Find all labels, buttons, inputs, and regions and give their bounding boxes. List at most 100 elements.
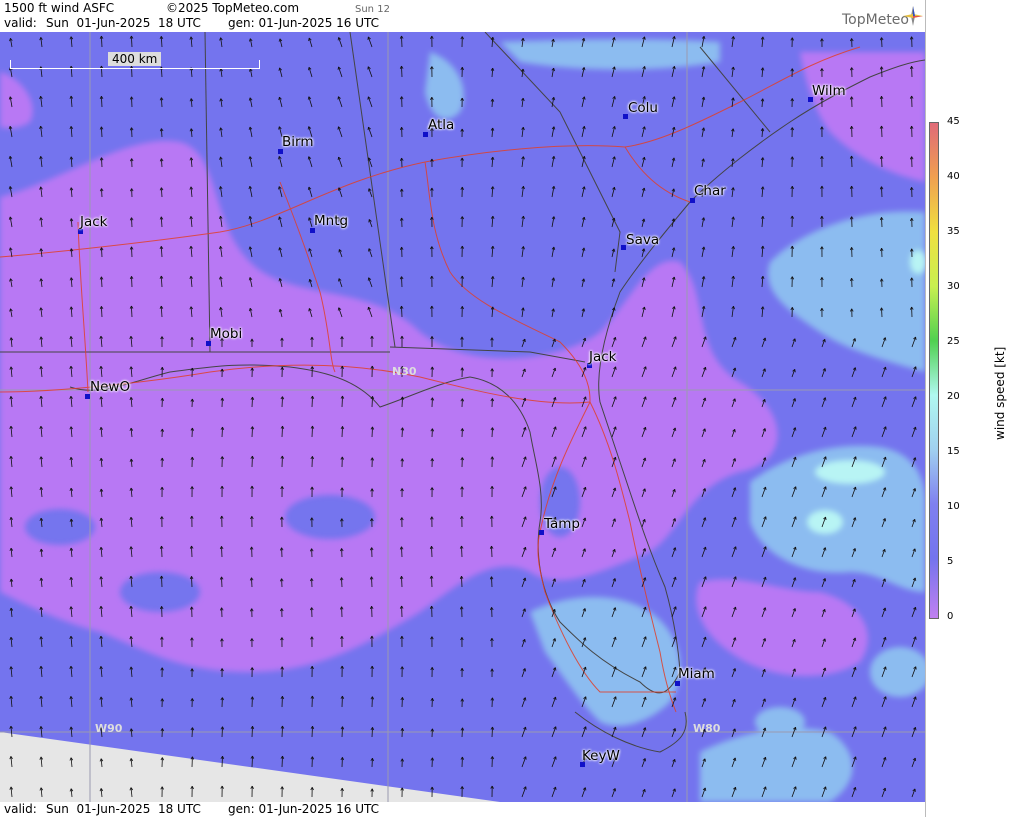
wind-arrow: [881, 217, 883, 228]
wind-arrow: [431, 575, 433, 588]
cb-tick: 30: [947, 281, 960, 292]
cb-tick: 20: [947, 391, 960, 402]
wind-arrow: [131, 96, 133, 108]
wind-arrow: [371, 396, 373, 408]
city-label: Mntg: [314, 213, 349, 229]
wind-arrow: [191, 727, 193, 738]
wind-arrow: [131, 276, 133, 288]
wind-arrow: [461, 545, 463, 558]
wind-arrow: [401, 306, 403, 318]
wind-field-svg: [0, 32, 925, 802]
wind-arrow: [251, 397, 253, 408]
cb-tick: 35: [947, 226, 960, 237]
wind-arrow-head: [338, 278, 340, 282]
wind-arrow: [341, 577, 343, 588]
wind-arrow: [401, 35, 403, 48]
cb-tick: 40: [947, 171, 960, 182]
city-label: NewO: [90, 379, 131, 395]
wind-arrow-head: [337, 307, 340, 311]
header-bar: 1500 ft wind ASFC ©2025 TopMeteo.com Sun…: [0, 0, 925, 33]
cb-tick: 0: [947, 611, 954, 622]
wind-arrow: [281, 725, 283, 738]
wind-arrow-head: [367, 96, 369, 100]
lat-label-n30: N30: [392, 365, 417, 378]
wind-arrow: [881, 66, 883, 78]
wind-arrow: [191, 576, 193, 588]
city-label: Char: [694, 183, 726, 199]
wind-arrow-head: [337, 187, 340, 191]
valid-label: valid:: [4, 16, 37, 30]
scale-label: 400 km: [108, 52, 162, 66]
wind-arrow: [491, 576, 493, 588]
lon-label-w90: W90: [95, 722, 123, 735]
wind-arrow: [281, 396, 283, 408]
wind-arrow-head: [337, 126, 339, 130]
wind-arrow: [401, 576, 403, 588]
wind-arrow: [161, 546, 163, 558]
wind-arrow: [881, 96, 883, 108]
city-label: Mobi: [210, 326, 243, 342]
wind-arrow: [491, 546, 493, 558]
wind-arrow: [341, 395, 343, 408]
wind-arrow: [401, 396, 403, 408]
wind-arrow: [161, 575, 163, 588]
wind-arrow: [431, 546, 433, 558]
colorbar-title: wind speed [kt]: [993, 346, 1007, 440]
cb-tick: 45: [947, 116, 960, 127]
wind-arrow-head: [307, 156, 310, 160]
wind-arrow: [311, 425, 313, 438]
topmeteo-logo[interactable]: TopMeteo: [825, 0, 925, 32]
wind-arrow: [131, 246, 133, 258]
wind-arrow: [221, 576, 223, 588]
wind-arrow: [461, 576, 463, 588]
wind-arrow: [401, 546, 403, 558]
footer-bar: valid: Sun 01-Jun-2025 18 UTC gen: 01-Ju…: [0, 802, 925, 817]
gen-time: gen: 01-Jun-2025 16 UTC: [228, 16, 380, 30]
wind-arrow: [191, 545, 193, 558]
wind-arrow: [851, 155, 853, 168]
wind-arrow: [311, 396, 313, 408]
wind-arrow-head: [337, 96, 339, 100]
wind-arrow: [281, 426, 283, 438]
wind-arrow: [491, 427, 493, 438]
wind-arrow: [881, 37, 883, 48]
wind-arrow: [881, 156, 883, 168]
city-label: Birm: [282, 134, 314, 150]
cb-tick: 5: [947, 556, 954, 567]
wind-arrow: [401, 66, 403, 78]
footer-gen-time: gen: 01-Jun-2025 16 UTC: [228, 802, 380, 816]
run-label: Sun 12: [355, 4, 390, 15]
city-label: Sava: [626, 232, 660, 248]
wind-arrow-head: [367, 307, 369, 311]
wind-arrow-head: [337, 66, 339, 70]
wind-arrow: [341, 426, 343, 438]
valid-value: Sun 01-Jun-2025 18 UTC: [46, 16, 201, 30]
wind-arrow: [221, 726, 223, 738]
wind-arrow: [101, 247, 103, 258]
city-label: Wilm: [812, 83, 846, 99]
city-label: Colu: [628, 100, 658, 116]
wind-arrow: [281, 756, 283, 768]
footer-valid-label: valid:: [4, 802, 37, 816]
city-label: KeyW: [582, 748, 620, 764]
wind-arrow: [881, 125, 883, 138]
city-label: Miam: [678, 666, 715, 682]
cb-tick: 25: [947, 336, 960, 347]
city-label: Jack: [80, 214, 108, 230]
wind-arrow: [101, 157, 103, 168]
wind-map[interactable]: 400 km N30 W90 W80 Birm Atla Colu Wilm C…: [0, 32, 925, 802]
city-label: Jack: [589, 349, 617, 365]
logo-text: TopMeteo: [842, 12, 909, 28]
product-title: 1500 ft wind ASFC: [4, 1, 115, 15]
wind-arrow: [371, 576, 373, 588]
wind-arrow: [251, 755, 253, 768]
wind-arrow: [311, 726, 313, 738]
wind-arrow-head: [337, 37, 339, 41]
cb-tick: 15: [947, 446, 960, 457]
wind-arrow: [881, 186, 883, 198]
wind-arrow: [221, 756, 223, 768]
wind-arrow: [221, 427, 223, 438]
wind-arrow: [221, 546, 223, 558]
footer-valid-value: Sun 01-Jun-2025 18 UTC: [46, 802, 201, 816]
wind-arrow: [371, 426, 373, 438]
